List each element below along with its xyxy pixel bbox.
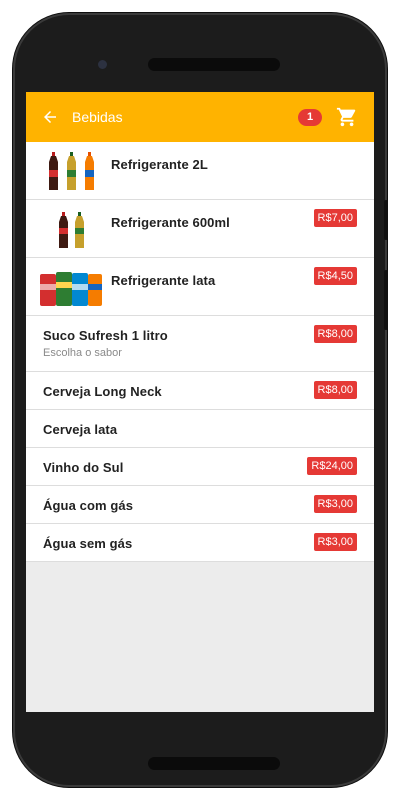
list-item[interactable]: Água sem gás R$3,00	[26, 524, 374, 562]
list-item[interactable]: Cerveja Long Neck R$8,00	[26, 372, 374, 410]
app-bar: Bebidas 1	[26, 92, 374, 142]
shopping-cart-icon	[336, 107, 356, 127]
power-button	[384, 270, 388, 330]
list-item[interactable]: Refrigerante 600ml R$7,00	[26, 200, 374, 258]
cart-button[interactable]	[332, 102, 362, 132]
product-list: Refrigerante 2L Refrigerante 600ml R$7,0…	[26, 142, 374, 562]
cart-count-badge: 1	[298, 108, 322, 126]
item-name: Cerveja lata	[43, 422, 118, 437]
arrow-left-icon	[44, 111, 56, 123]
price-badge: R$4,50	[313, 267, 357, 285]
item-name: Suco Sufresh 1 litro	[43, 328, 168, 343]
price-badge: R$8,00	[313, 381, 357, 399]
page-title: Bebidas	[72, 109, 123, 125]
item-subtitle: Escolha o sabor	[43, 347, 122, 359]
soda-2l-bottles-icon	[46, 148, 100, 192]
list-item[interactable]: Cerveja lata	[26, 410, 374, 448]
list-item[interactable]: Refrigerante lata R$4,50	[26, 258, 374, 316]
price-badge: R$24,00	[307, 457, 357, 475]
volume-button	[384, 200, 388, 240]
price-badge: R$3,00	[313, 495, 357, 513]
item-name: Refrigerante 2L	[111, 157, 208, 172]
price-badge: R$8,00	[313, 325, 357, 343]
soda-600ml-bottles-icon	[54, 206, 90, 250]
bottom-speaker	[148, 757, 280, 770]
list-item[interactable]: Vinho do Sul R$24,00	[26, 448, 374, 486]
soda-cans-icon	[38, 264, 104, 308]
earpiece-speaker	[148, 58, 280, 71]
item-name: Cerveja Long Neck	[43, 384, 162, 399]
price-badge: R$7,00	[313, 209, 357, 227]
item-name: Água com gás	[43, 498, 134, 513]
item-name: Refrigerante lata	[111, 273, 216, 288]
item-name: Refrigerante 600ml	[111, 215, 230, 230]
list-item[interactable]: Água com gás R$3,00	[26, 486, 374, 524]
list-item[interactable]: Suco Sufresh 1 litro Escolha o sabor R$8…	[26, 316, 374, 372]
price-badge: R$3,00	[313, 533, 357, 551]
front-camera	[98, 60, 107, 69]
app-screen: Bebidas 1 Refrigerante 2L Refrigerante 6…	[26, 92, 374, 712]
list-item[interactable]: Refrigerante 2L	[26, 142, 374, 200]
back-button[interactable]	[32, 92, 68, 142]
item-name: Vinho do Sul	[43, 460, 124, 475]
item-name: Água sem gás	[43, 536, 133, 551]
